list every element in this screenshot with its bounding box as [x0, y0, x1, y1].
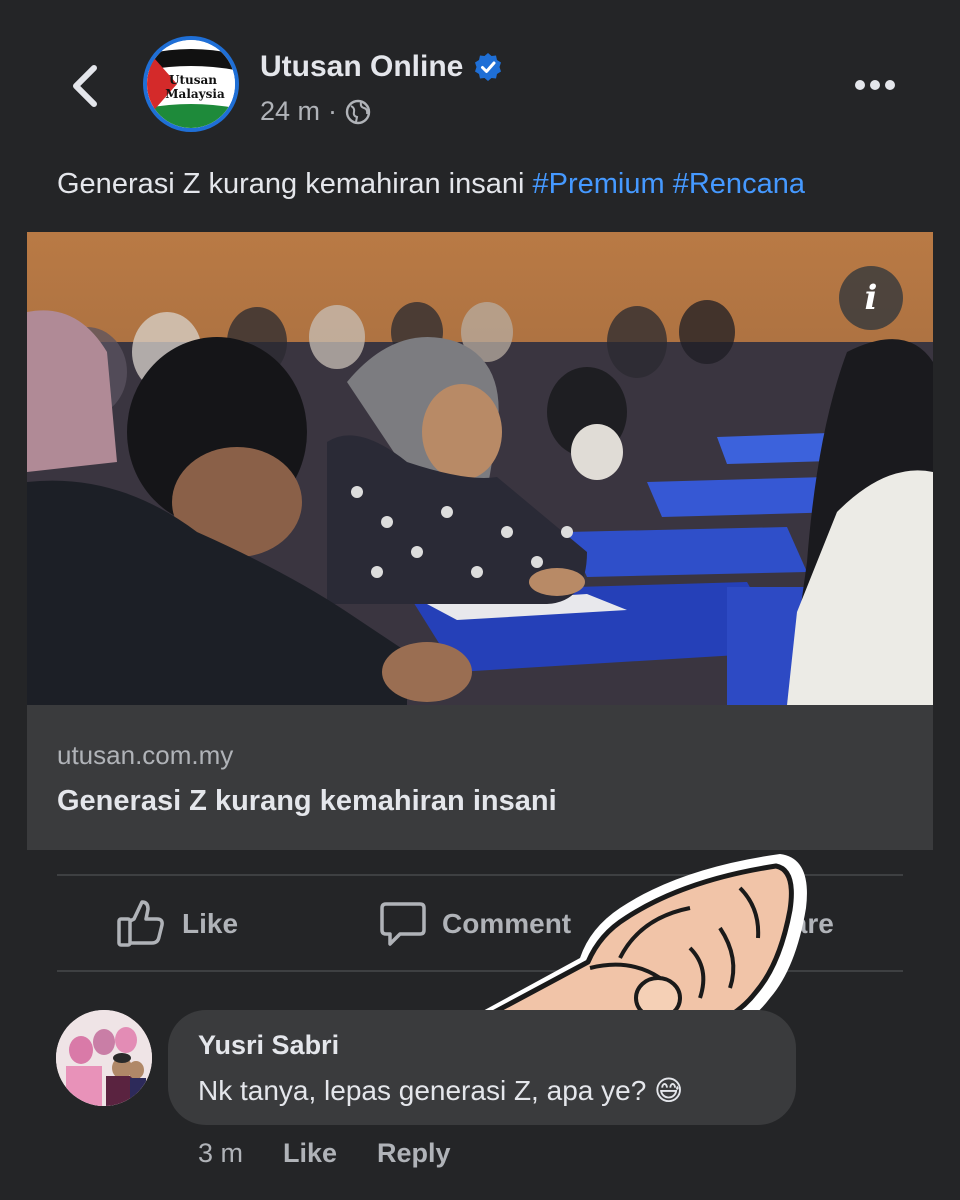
like-label: Like	[182, 908, 239, 939]
info-icon: i	[864, 278, 878, 318]
link-domain: utusan.com.my	[57, 740, 234, 770]
hashtag-premium[interactable]: #Premium	[533, 168, 665, 200]
page-avatar[interactable]: Utusan Malaysia	[143, 36, 239, 132]
more-options-button[interactable]	[850, 70, 900, 100]
article-photo: i	[27, 232, 933, 705]
like-button[interactable]: Like	[116, 896, 238, 952]
more-dots-icon	[855, 80, 895, 90]
link-preview-card[interactable]: i utusan.com.my	[27, 232, 933, 850]
verified-badge-icon	[475, 53, 502, 81]
comment-reply-button[interactable]: Reply	[377, 1138, 451, 1169]
comment-actions: 3 m Like Reply	[198, 1138, 451, 1169]
comment-bubble[interactable]: Yusri Sabri Nk tanya, lepas generasi Z, …	[168, 1010, 796, 1125]
comment-bubble-icon	[380, 902, 426, 946]
hashtag-rencana[interactable]: #Rencana	[673, 168, 805, 200]
meta-separator: ·	[328, 96, 338, 126]
utusan-logo: Utusan Malaysia	[147, 40, 235, 128]
comment-text: Nk tanya, lepas generasi Z, apa ye? 😅	[198, 1075, 684, 1106]
post-text: Generasi Z kurang kemahiran insani #Prem…	[57, 168, 805, 201]
info-button[interactable]: i	[839, 266, 903, 330]
chevron-left-icon	[73, 65, 97, 107]
svg-text:Utusan: Utusan	[169, 73, 217, 87]
comment-author[interactable]: Yusri Sabri	[198, 1030, 339, 1061]
post-time: 24 m	[260, 96, 321, 126]
comment-time: 3 m	[198, 1138, 244, 1168]
post-meta: 24 m ·	[260, 96, 371, 127]
link-title[interactable]: Generasi Z kurang kemahiran insani	[57, 785, 557, 818]
commenter-avatar[interactable]	[56, 1010, 152, 1106]
back-button[interactable]	[62, 58, 110, 114]
thumbs-up-icon	[117, 900, 164, 947]
comment-like-button[interactable]: Like	[283, 1138, 337, 1169]
exam-hall-photo	[27, 232, 933, 705]
svg-text:Malaysia: Malaysia	[165, 87, 225, 101]
page-name-label: Utusan Online	[260, 50, 464, 83]
page-name[interactable]: Utusan Online	[260, 50, 503, 84]
family-photo	[56, 1010, 152, 1106]
post-caption: Generasi Z kurang kemahiran insani	[57, 168, 533, 200]
globe-icon	[345, 99, 371, 124]
